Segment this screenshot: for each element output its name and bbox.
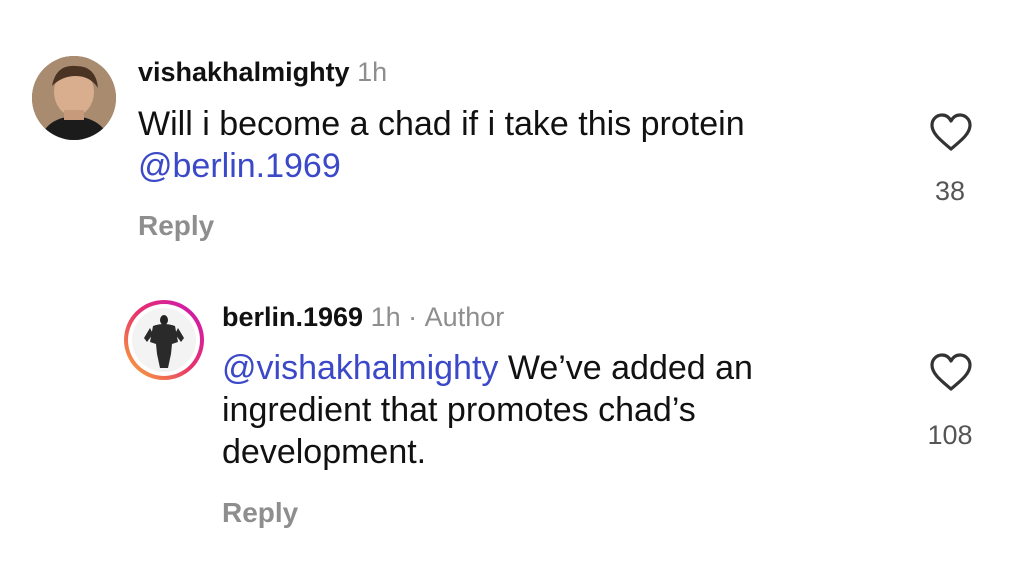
avatar[interactable]	[32, 56, 116, 140]
story-ring-profile-photo-icon	[124, 300, 204, 380]
comment-time: 1h	[370, 302, 401, 332]
heart-icon[interactable]	[929, 352, 973, 392]
comment-username[interactable]: berlin.1969 1h · Author	[222, 302, 504, 333]
meta-separator: ·	[408, 302, 418, 332]
username-text[interactable]: vishakhalmighty	[138, 57, 350, 87]
avatar[interactable]	[122, 298, 206, 382]
comment-body: Will i become a chad if i take this prot…	[138, 103, 858, 187]
comment-line-3: development.	[222, 433, 427, 471]
comment-body: @vishakhalmighty We’ve added an ingredie…	[222, 347, 902, 473]
comment-line-1: @vishakhalmighty We’ve added an	[222, 347, 902, 389]
mention-link[interactable]: @berlin.1969	[138, 145, 858, 187]
mention-link[interactable]: @vishakhalmighty	[222, 349, 498, 387]
comment-text: We’ve added an	[498, 349, 753, 387]
comment-username[interactable]: vishakhalmighty 1h	[138, 57, 387, 88]
comment-time: 1h	[357, 57, 388, 87]
comment-line-2: ingredient that promotes chad’s	[222, 391, 696, 429]
author-badge: Author	[424, 302, 505, 332]
like-count: 38	[934, 176, 966, 206]
like-count: 108	[927, 420, 973, 450]
comment-text: Will i become a chad if i take this prot…	[138, 105, 745, 143]
reply-button[interactable]: Reply	[138, 210, 214, 242]
username-text[interactable]: berlin.1969	[222, 302, 363, 332]
reply-button[interactable]: Reply	[222, 497, 298, 529]
heart-icon[interactable]	[929, 112, 973, 152]
profile-photo-icon	[32, 56, 116, 140]
